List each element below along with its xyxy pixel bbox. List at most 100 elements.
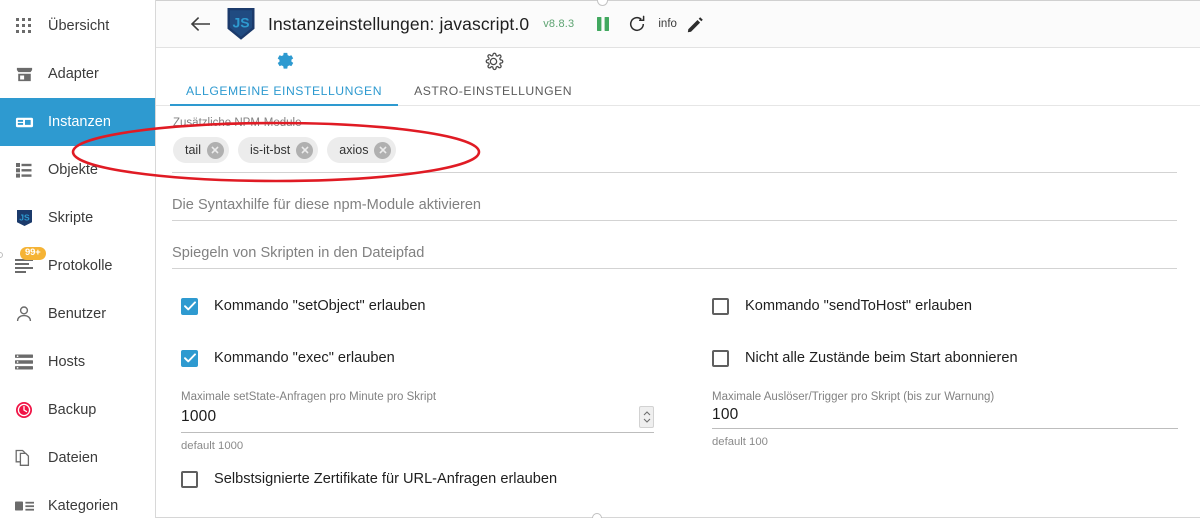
logs-count-badge: 99+ [20,247,46,261]
chip-label: tail [185,143,201,157]
info-button[interactable]: info [658,18,677,30]
npm-modules-chip-input[interactable]: tail is-it-bst axios [172,129,1177,173]
settings-columns: Kommando "setObject" erlauben Kommando "… [172,287,1180,512]
checkbox-row-exec[interactable]: Kommando "exec" erlauben [172,339,654,377]
checkbox-setobject[interactable] [181,297,198,315]
max-setstate-label: Maximale setState-Anfragen pro Minute pr… [181,391,437,403]
mirror-path-placeholder: Spiegeln von Skripten in den Dateipfad [172,245,425,261]
max-triggers-input[interactable]: 100 [712,406,1178,429]
sidebar-item-label: Protokolle [48,257,113,274]
grid-apps-icon [14,16,34,36]
gear-filled-icon [274,51,295,77]
checkbox-exec[interactable] [181,349,198,367]
chip-label: is-it-bst [249,143,291,157]
logs-icon: 99+ [14,247,46,276]
sidebar-item-objekte[interactable]: Objekte [0,146,155,194]
sidebar-item-uebersicht[interactable]: Übersicht [0,2,155,50]
sidebar-item-hosts[interactable]: Hosts [0,338,155,386]
checkbox-no-subscribe-all[interactable] [712,349,729,367]
files-icon [14,448,34,468]
sidebar-item-benutzer[interactable]: Benutzer [0,290,155,338]
chip-is-it-bst[interactable]: is-it-bst [237,137,319,163]
chip-label: axios [339,143,369,157]
instances-icon [14,112,34,132]
max-setstate-field: Maximale setState-Anfragen pro Minute pr… [172,391,654,452]
sidebar-item-protokolle[interactable]: 99+ Protokolle [0,242,155,290]
max-triggers-label: Maximale Auslöser/Trigger pro Skript (bi… [712,391,995,403]
tab-allgemeine-einstellungen[interactable]: ALLGEMEINE EINSTELLUNGEN [170,51,399,106]
sidebar-item-adapter[interactable]: Adapter [0,50,155,98]
sidebar-item-label: Skripte [48,209,94,226]
settings-form: Zusätzliche NPM-Module tail is-it-bst ax… [156,106,1200,518]
sidebar-item-label: Dateien [48,449,98,466]
max-setstate-value[interactable]: 1000 [181,408,639,426]
max-triggers-value[interactable]: 100 [712,406,1178,424]
max-triggers-helper: default 100 [712,436,768,448]
backup-clock-icon [14,400,34,420]
refresh-icon[interactable] [624,11,650,37]
checkbox-label: Nicht alle Zustände beim Start abonniere… [745,350,1018,366]
sidebar-item-label: Objekte [48,161,98,178]
user-icon [14,304,34,324]
syntax-help-placeholder: Die Syntaxhilfe für diese npm-Module akt… [172,197,482,213]
tab-label: ALLGEMEINE EINSTELLUNGEN [186,84,383,98]
npm-modules-label: Zusätzliche NPM-Module [173,117,302,129]
version-label: v8.8.3 [543,18,575,30]
sidebar: Übersicht Adapter Instanzen Objekte JS S… [0,0,156,518]
js-script-icon: JS [14,208,34,228]
sidebar-item-dateien[interactable]: Dateien [0,434,155,482]
close-circle-icon[interactable] [296,141,314,159]
list-objects-icon [14,160,34,180]
pause-icon[interactable] [590,11,616,37]
syntax-help-input[interactable]: Die Syntaxhilfe für diese npm-Module akt… [172,187,1177,221]
sidebar-item-skripte[interactable]: JS Skripte [0,194,155,242]
svg-text:JS: JS [19,213,30,223]
mirror-path-input[interactable]: Spiegeln von Skripten in den Dateipfad [172,235,1177,269]
app-window: Übersicht Adapter Instanzen Objekte JS S… [0,0,1200,518]
close-circle-icon[interactable] [374,141,392,159]
tab-label: ASTRO-EINSTELLUNGEN [414,84,573,98]
sidebar-item-instanzen[interactable]: Instanzen [0,98,155,146]
sidebar-item-label: Instanzen [48,113,111,130]
checkbox-row-setobject[interactable]: Kommando "setObject" erlauben [172,287,654,325]
tab-astro-einstellungen[interactable]: ASTRO-EINSTELLUNGEN [398,51,588,105]
checkbox-label: Kommando "sendToHost" erlauben [745,298,972,314]
checkbox-sendtohost[interactable] [712,297,729,315]
max-setstate-helper: default 1000 [181,440,244,452]
checkbox-row-no-subscribe-all[interactable]: Nicht alle Zustände beim Start abonniere… [703,339,1178,377]
sidebar-item-label: Übersicht [48,17,110,34]
gear-outline-icon [483,51,504,77]
settings-column-right: Kommando "sendToHost" erlauben Nicht all… [676,287,1180,512]
max-setstate-stepper[interactable] [639,406,654,428]
checkbox-selfsigned[interactable] [181,470,198,488]
main-panel: JS Instanzeinstellungen: javascript.0 v8… [156,0,1200,518]
max-setstate-input[interactable]: 1000 [181,406,654,433]
hosts-icon [14,352,34,372]
sidebar-item-label: Adapter [48,65,99,82]
store-icon [14,64,34,84]
sidebar-item-kategorien[interactable]: Kategorien [0,482,155,518]
arrow-left-icon[interactable] [186,9,216,39]
sidebar-item-label: Backup [48,401,97,418]
checkbox-label: Kommando "exec" erlauben [214,350,395,366]
chip-tail[interactable]: tail [173,137,229,163]
sidebar-item-label: Benutzer [48,305,107,322]
page-title: Instanzeinstellungen: javascript.0 [268,13,530,34]
javascript-shield-icon: JS [227,8,255,40]
max-triggers-field: Maximale Auslöser/Trigger pro Skript (bi… [703,391,1178,448]
panel-top-handle[interactable] [597,0,608,6]
settings-tabs: ALLGEMEINE EINSTELLUNGEN ASTRO-EINSTELLU… [156,48,1200,106]
close-circle-icon[interactable] [206,141,224,159]
checkbox-row-sendtohost[interactable]: Kommando "sendToHost" erlauben [703,287,1178,325]
checkbox-row-selfsigned[interactable]: Selbstsignierte Zertifikate für URL-Anfr… [172,460,654,498]
panel-bottom-handle[interactable] [592,513,602,518]
instance-settings-toolbar: JS Instanzeinstellungen: javascript.0 v8… [156,0,1200,48]
pencil-edit-icon[interactable] [683,11,709,37]
settings-column-left: Kommando "setObject" erlauben Kommando "… [172,287,676,512]
categories-icon [14,496,34,516]
sidebar-item-label: Hosts [48,353,86,370]
sidebar-item-backup[interactable]: Backup [0,386,155,434]
sidebar-item-label: Kategorien [48,497,119,514]
checkbox-label: Kommando "setObject" erlauben [214,298,426,314]
chip-axios[interactable]: axios [327,137,397,163]
